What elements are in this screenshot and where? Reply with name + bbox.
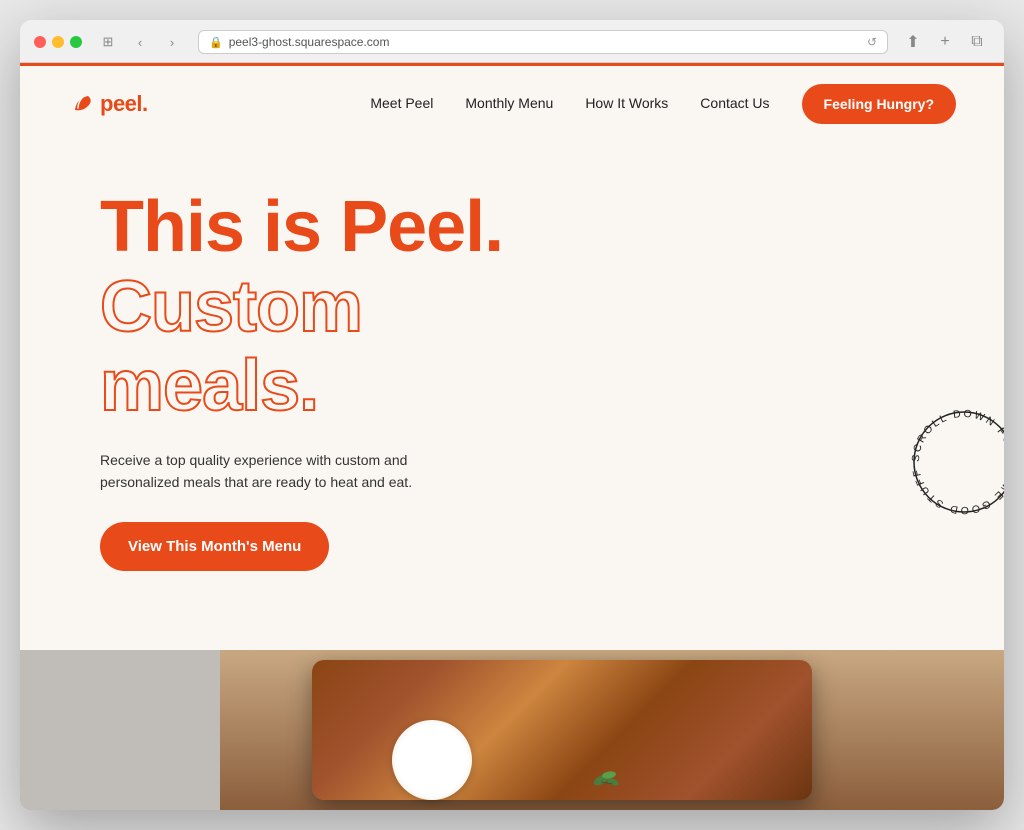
nav-meet-peel[interactable]: Meet Peel [370,95,433,111]
url-text: peel3-ghost.squarespace.com [229,35,390,49]
page-content: peel. Meet Peel Monthly Menu How It Work… [20,66,1004,810]
feeling-hungry-button[interactable]: Feeling Hungry? [802,84,956,124]
plate [392,720,472,800]
grid-view-btn[interactable]: ⊞ [94,31,122,53]
share-btn[interactable]: ⬆ [900,31,926,53]
wood-board [312,660,812,800]
traffic-light-green[interactable] [70,36,82,48]
hero-title-solid: This is Peel. [100,190,956,266]
tabs-btn[interactable]: ⧉ [964,31,990,53]
browser-window: ⊞ ‹ › 🔒 peel3-ghost.squarespace.com ↺ ⬆ … [20,20,1004,810]
nav-contact-us[interactable]: Contact Us [700,95,769,111]
logo-text: peel. [100,91,148,117]
traffic-light-yellow[interactable] [52,36,64,48]
herb-leaves [591,760,621,790]
logo-icon [68,90,96,118]
back-btn[interactable]: ‹ [126,31,154,53]
nav-monthly-menu[interactable]: Monthly Menu [465,95,553,111]
hero-section: This is Peel. Custom meals. Receive a to… [20,142,1004,650]
hero-title-outline-meals: meals. [100,349,956,425]
logo[interactable]: peel. [68,90,148,118]
browser-actions: ⬆ + ⧉ [900,31,990,53]
food-image-section [20,650,1004,810]
lock-icon: 🔒 [209,36,223,49]
view-menu-button[interactable]: View This Month's Menu [100,522,329,571]
traffic-lights [34,36,82,48]
nav-links: Meet Peel Monthly Menu How It Works Cont… [370,95,769,113]
hero-subtitle: Receive a top quality experience with cu… [100,449,420,494]
bg-gray [20,650,220,810]
svg-text:SCROLL DOWN FOR SOME GOOD STUF: SCROLL DOWN FOR SOME GOOD STUFF – [904,402,1004,516]
address-bar[interactable]: 🔒 peel3-ghost.squarespace.com ↺ [198,30,888,54]
navbar: peel. Meet Peel Monthly Menu How It Work… [20,66,1004,142]
scroll-badge-svg: SCROLL DOWN FOR SOME GOOD STUFF – [904,402,1004,522]
scroll-badge: SCROLL DOWN FOR SOME GOOD STUFF – [904,402,1004,522]
new-tab-btn[interactable]: + [932,31,958,53]
nav-how-it-works[interactable]: How It Works [585,95,668,111]
traffic-light-red[interactable] [34,36,46,48]
forward-btn[interactable]: › [158,31,186,53]
food-image-inner [20,650,1004,810]
browser-chrome: ⊞ ‹ › 🔒 peel3-ghost.squarespace.com ↺ ⬆ … [20,20,1004,63]
reload-icon[interactable]: ↺ [867,35,877,49]
hero-title-outline-custom: Custom [100,270,956,346]
browser-controls: ⊞ ‹ › [94,31,186,53]
